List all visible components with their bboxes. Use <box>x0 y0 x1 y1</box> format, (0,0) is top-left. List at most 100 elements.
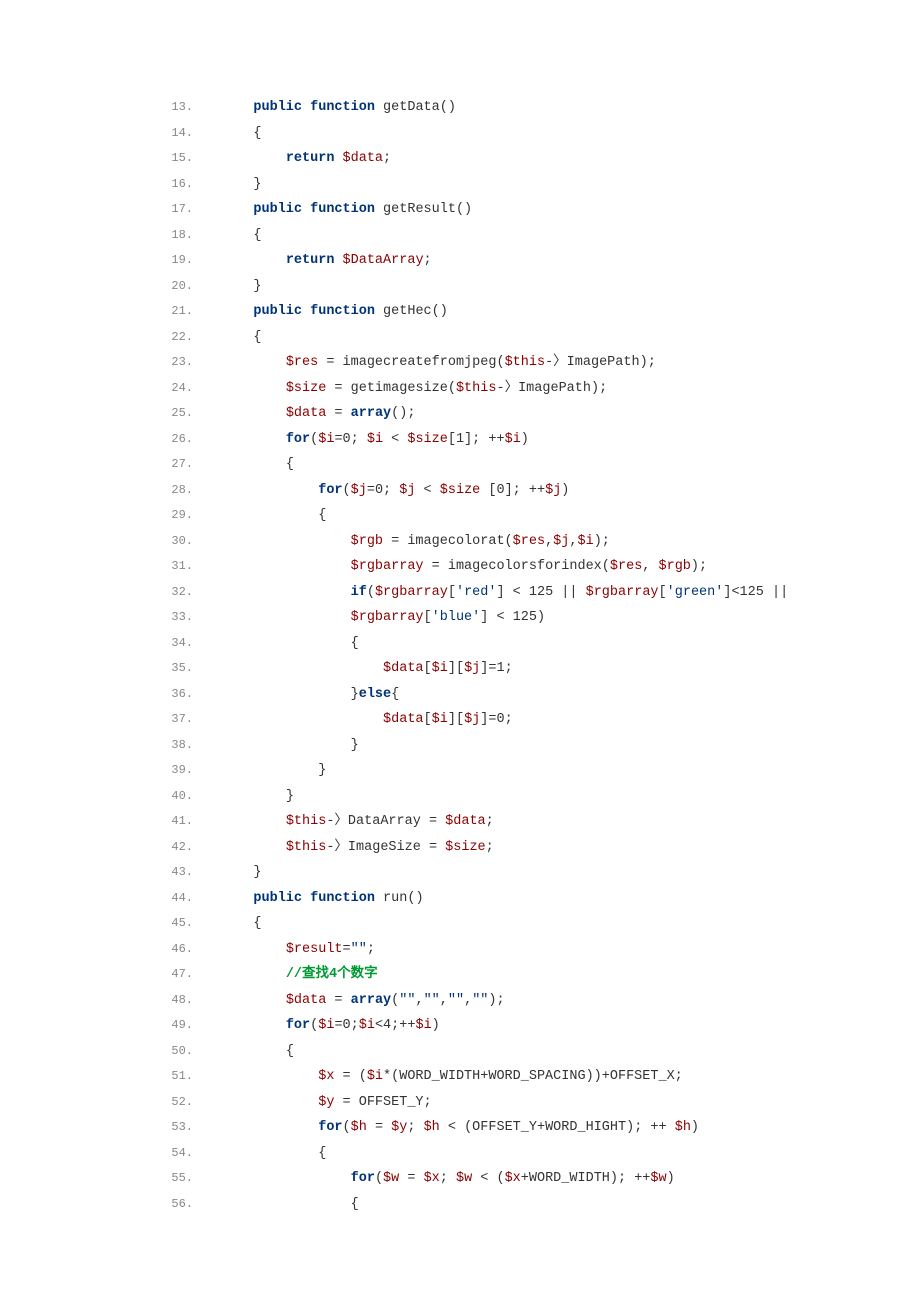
code-line: 36. }else{ <box>165 682 920 708</box>
code-line: 17. public function getResult() <box>165 197 920 223</box>
code-line: 52. $y = OFFSET_Y; <box>165 1090 920 1116</box>
code-line: 20. } <box>165 274 920 300</box>
code-line: 49. for($i=0;$i<4;++$i) <box>165 1013 920 1039</box>
line-number: 27. <box>165 452 193 477</box>
code-line: 32. if($rgbarray['red'] < 125 || $rgbarr… <box>165 580 920 606</box>
code-content: public function run() <box>221 887 424 912</box>
code-line: 14. { <box>165 121 920 147</box>
code-content: for($j=0; $j < $size [0]; ++$j) <box>221 479 569 504</box>
code-content: { <box>221 326 262 351</box>
code-line: 44. public function run() <box>165 886 920 912</box>
code-content: $size = getimagesize($this-〉ImagePath); <box>221 377 607 402</box>
code-block: 13. public function getData()14. {15. re… <box>0 0 920 1217</box>
line-number: 36. <box>165 682 193 707</box>
code-content: public function getData() <box>221 96 456 121</box>
line-number: 28. <box>165 478 193 503</box>
code-line: 23. $res = imagecreatefromjpeg($this-〉Im… <box>165 350 920 376</box>
code-content: for($h = $y; $h < (OFFSET_Y+WORD_HIGHT);… <box>221 1116 699 1141</box>
line-number: 51. <box>165 1064 193 1089</box>
code-content: //查找4个数字 <box>221 963 378 988</box>
line-number: 37. <box>165 707 193 732</box>
line-number: 54. <box>165 1141 193 1166</box>
line-number: 26. <box>165 427 193 452</box>
line-number: 23. <box>165 350 193 375</box>
code-line: 42. $this-〉ImageSize = $size; <box>165 835 920 861</box>
code-content: { <box>221 504 326 529</box>
line-number: 34. <box>165 631 193 656</box>
code-line: 46. $result=""; <box>165 937 920 963</box>
code-content: } <box>221 785 294 810</box>
line-number: 38. <box>165 733 193 758</box>
code-content: return $data; <box>221 147 391 172</box>
line-number: 30. <box>165 529 193 554</box>
code-line: 55. for($w = $x; $w < ($x+WORD_WIDTH); +… <box>165 1166 920 1192</box>
line-number: 48. <box>165 988 193 1013</box>
code-line: 15. return $data; <box>165 146 920 172</box>
line-number: 39. <box>165 758 193 783</box>
code-content: return $DataArray; <box>221 249 432 274</box>
code-line: 48. $data = array("","","",""); <box>165 988 920 1014</box>
code-content: { <box>221 912 262 937</box>
code-content: $data = array("","","",""); <box>221 989 505 1014</box>
code-content: } <box>221 275 262 300</box>
code-line: 43. } <box>165 860 920 886</box>
code-content: } <box>221 734 359 759</box>
code-line: 31. $rgbarray = imagecolorsforindex($res… <box>165 554 920 580</box>
code-content: { <box>221 1142 326 1167</box>
code-line: 33. $rgbarray['blue'] < 125) <box>165 605 920 631</box>
line-number: 13. <box>165 95 193 120</box>
code-line: 30. $rgb = imagecolorat($res,$j,$i); <box>165 529 920 555</box>
code-line: 34. { <box>165 631 920 657</box>
code-content: $data[$i][$j]=0; <box>221 708 513 733</box>
code-line: 26. for($i=0; $i < $size[1]; ++$i) <box>165 427 920 453</box>
code-line: 40. } <box>165 784 920 810</box>
code-line: 37. $data[$i][$j]=0; <box>165 707 920 733</box>
code-line: 18. { <box>165 223 920 249</box>
line-number: 16. <box>165 172 193 197</box>
code-content: if($rgbarray['red'] < 125 || $rgbarray['… <box>221 581 788 606</box>
line-number: 55. <box>165 1166 193 1191</box>
code-content: $this-〉ImageSize = $size; <box>221 836 494 861</box>
code-line: 45. { <box>165 911 920 937</box>
code-content: { <box>221 1193 359 1218</box>
line-number: 43. <box>165 860 193 885</box>
code-line: 24. $size = getimagesize($this-〉ImagePat… <box>165 376 920 402</box>
code-line: 21. public function getHec() <box>165 299 920 325</box>
line-number: 22. <box>165 325 193 350</box>
line-number: 31. <box>165 554 193 579</box>
code-content: $x = ($i*(WORD_WIDTH+WORD_SPACING))+OFFS… <box>221 1065 683 1090</box>
code-line: 53. for($h = $y; $h < (OFFSET_Y+WORD_HIG… <box>165 1115 920 1141</box>
line-number: 24. <box>165 376 193 401</box>
code-line: 13. public function getData() <box>165 95 920 121</box>
line-number: 56. <box>165 1192 193 1217</box>
line-number: 44. <box>165 886 193 911</box>
code-content: { <box>221 1040 294 1065</box>
line-number: 35. <box>165 656 193 681</box>
line-number: 49. <box>165 1013 193 1038</box>
line-number: 40. <box>165 784 193 809</box>
code-line: 38. } <box>165 733 920 759</box>
line-number: 20. <box>165 274 193 299</box>
code-content: { <box>221 224 262 249</box>
code-line: 54. { <box>165 1141 920 1167</box>
code-content: } <box>221 173 262 198</box>
code-content: $this-〉DataArray = $data; <box>221 810 494 835</box>
line-number: 25. <box>165 401 193 426</box>
code-content: $result=""; <box>221 938 375 963</box>
line-number: 14. <box>165 121 193 146</box>
code-content: $y = OFFSET_Y; <box>221 1091 432 1116</box>
line-number: 50. <box>165 1039 193 1064</box>
line-number: 46. <box>165 937 193 962</box>
code-content: for($w = $x; $w < ($x+WORD_WIDTH); ++$w) <box>221 1167 675 1192</box>
code-line: 41. $this-〉DataArray = $data; <box>165 809 920 835</box>
line-number: 17. <box>165 197 193 222</box>
code-content: $res = imagecreatefromjpeg($this-〉ImageP… <box>221 351 656 376</box>
code-content: } <box>221 861 262 886</box>
code-line: 25. $data = array(); <box>165 401 920 427</box>
code-content: $data = array(); <box>221 402 415 427</box>
code-content: } <box>221 759 326 784</box>
code-line: 56. { <box>165 1192 920 1218</box>
code-content: { <box>221 122 262 147</box>
code-content: $rgb = imagecolorat($res,$j,$i); <box>221 530 610 555</box>
code-line: 29. { <box>165 503 920 529</box>
